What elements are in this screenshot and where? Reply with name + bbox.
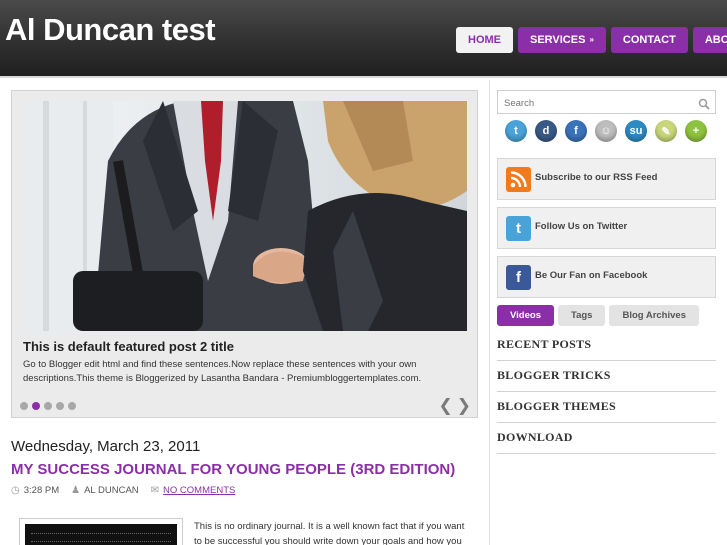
column-divider xyxy=(489,80,490,545)
widget-blogger-tricks[interactable]: BLOGGER TRICKS xyxy=(497,363,716,392)
nav-services[interactable]: SERVICES» xyxy=(518,27,606,53)
handshake-photo xyxy=(23,101,467,331)
nav-home-label: HOME xyxy=(468,34,501,46)
search-input[interactable] xyxy=(498,92,688,115)
prev-arrow-icon[interactable]: ❮ xyxy=(439,396,453,416)
search-box xyxy=(497,90,716,115)
tab-blog-archives[interactable]: Blog Archives xyxy=(609,305,699,326)
post-thumbnail[interactable] xyxy=(19,518,183,545)
sidebar-tabs: Videos Tags Blog Archives xyxy=(497,305,699,326)
technorati-icon[interactable]: ✎ xyxy=(655,120,677,142)
widget-blogger-themes[interactable]: BLOGGER THEMES xyxy=(497,394,716,423)
clock-icon: ◷ xyxy=(11,485,20,496)
rss-icon xyxy=(506,167,531,192)
facebook-icon[interactable]: f xyxy=(565,120,587,142)
social-icons: t d f ☺ su ✎ + xyxy=(505,120,707,142)
next-arrow-icon[interactable]: ❯ xyxy=(457,396,471,416)
slider-pagination xyxy=(20,402,76,410)
digg-icon[interactable]: d xyxy=(535,120,557,142)
slide-description: Go to Blogger edit html and find these s… xyxy=(23,359,422,384)
facebook-fan-box[interactable]: f Be Our Fan on Facebook xyxy=(497,256,716,298)
post-meta: ◷ 3:28 PM ♟ AL DUNCAN ✉ NO COMMENTS xyxy=(11,485,235,496)
rss-subscribe-box[interactable]: Subscribe to our RSS Feed xyxy=(497,158,716,200)
post-time: 3:28 PM xyxy=(23,485,60,496)
post-comments-link[interactable]: NO COMMENTS xyxy=(163,485,235,496)
twitter-follow-box[interactable]: t Follow Us on Twitter xyxy=(497,207,716,249)
featured-slider: This is default featured post 2 title Go… xyxy=(11,90,478,418)
author-icon: ♟ xyxy=(71,485,81,496)
slide-title[interactable]: This is default featured post 2 title xyxy=(23,339,234,354)
twitter-icon[interactable]: t xyxy=(505,120,527,142)
delicious-icon[interactable]: ☺ xyxy=(595,120,617,142)
facebook-fan-label: Be Our Fan on Facebook xyxy=(535,270,648,281)
main-nav: HOME SERVICES» CONTACT ABOUT xyxy=(456,27,727,53)
site-title[interactable]: Al Duncan test xyxy=(5,12,216,48)
widget-recent-posts[interactable]: RECENT POSTS xyxy=(497,332,716,361)
slider-arrows: ❮ ❯ xyxy=(439,396,472,416)
tab-tags[interactable]: Tags xyxy=(557,305,606,326)
slider-dot[interactable] xyxy=(68,402,76,410)
twitter-icon: t xyxy=(506,216,531,241)
twitter-follow-label: Follow Us on Twitter xyxy=(535,221,628,232)
slider-dot[interactable] xyxy=(20,402,28,410)
post-date: Wednesday, March 23, 2011 xyxy=(11,438,201,455)
post-title[interactable]: MY SUCCESS JOURNAL FOR YOUNG PEOPLE (3RD… xyxy=(11,461,455,478)
comment-icon: ✉ xyxy=(150,485,160,496)
nav-home[interactable]: HOME xyxy=(456,27,513,53)
nav-about-label: ABOUT xyxy=(704,34,727,46)
slider-dot[interactable] xyxy=(56,402,64,410)
add-icon[interactable]: + xyxy=(685,120,707,142)
slider-dot-active[interactable] xyxy=(32,402,40,410)
tab-videos[interactable]: Videos xyxy=(497,305,554,326)
nav-contact[interactable]: CONTACT xyxy=(610,27,688,53)
dropdown-caret-icon: » xyxy=(589,35,594,44)
nav-contact-label: CONTACT xyxy=(622,34,676,46)
featured-slide-image[interactable] xyxy=(23,101,467,331)
stumbleupon-icon[interactable]: su xyxy=(625,120,647,142)
post-author: AL DUNCAN xyxy=(84,485,139,496)
post-thumbnail-image xyxy=(25,524,177,545)
post-excerpt: This is no ordinary journal. It is a wel… xyxy=(194,521,465,545)
facebook-icon: f xyxy=(506,265,531,290)
site-header: Al Duncan test HOME SERVICES» CONTACT AB… xyxy=(0,0,727,78)
search-icon[interactable] xyxy=(698,95,710,114)
slider-dot[interactable] xyxy=(44,402,52,410)
rss-subscribe-label: Subscribe to our RSS Feed xyxy=(535,172,658,183)
widget-download[interactable]: DOWNLOAD xyxy=(497,425,716,454)
nav-about[interactable]: ABOUT xyxy=(692,27,727,53)
nav-services-label: SERVICES xyxy=(530,34,586,46)
